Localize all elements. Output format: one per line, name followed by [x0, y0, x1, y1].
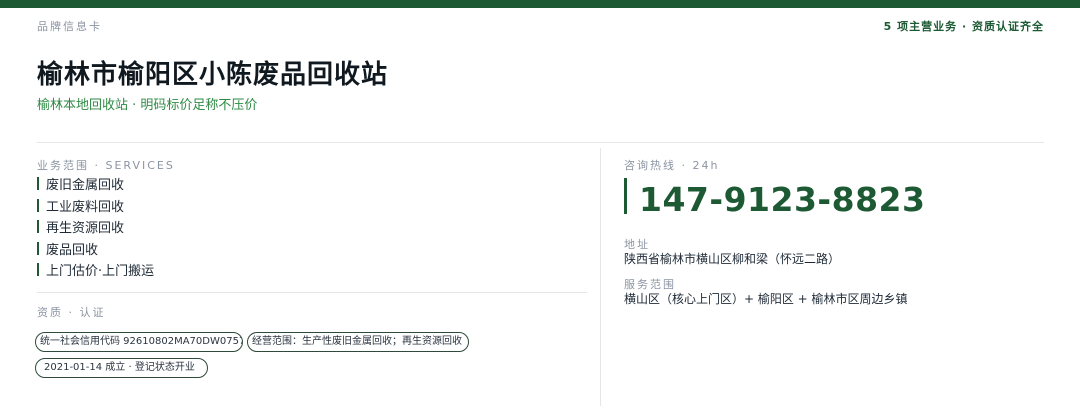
service-item: 工业废料回收: [37, 195, 154, 217]
credit-code-badge: 统一社会信用代码 92610802MA70DW0757: [35, 332, 243, 352]
services-list: 废旧金属回收 工业废料回收 再生资源回收 废品回收 上门估价·上门搬运: [37, 173, 154, 281]
service-label: 废旧金属回收: [46, 178, 125, 194]
qualifications-label: 资质 · 认证: [37, 306, 106, 319]
service-marker: [37, 241, 39, 255]
divider-vertical: [600, 148, 601, 406]
business-scope-badge: 经营范围：生产性废旧金属回收；再生资源回收: [247, 332, 469, 352]
service-label: 再生资源回收: [46, 221, 125, 237]
business-tagline: 榆林本地回收站 · 明码标价足称不压价: [37, 98, 258, 113]
service-item: 废旧金属回收: [37, 173, 154, 195]
service-item: 废品回收: [37, 238, 154, 260]
service-marker: [37, 198, 39, 212]
service-marker: [37, 177, 39, 191]
services-label: 业务范围 · SERVICES: [37, 159, 175, 172]
service-marker: [37, 220, 39, 234]
service-label: 工业废料回收: [46, 199, 125, 215]
card-eyebrow: 品牌信息卡: [37, 20, 102, 33]
service-label: 上门估价·上门搬运: [46, 264, 155, 280]
service-item: 上门估价·上门搬运: [37, 259, 154, 281]
service-marker: [37, 263, 39, 277]
top-accent-bar: [0, 0, 1080, 8]
service-item: 再生资源回收: [37, 216, 154, 238]
service-label: 废品回收: [46, 242, 99, 258]
hotline-label: 咨询热线 · 24h: [624, 159, 720, 172]
service-area-text: 横山区（核心上门区）+ 榆阳区 + 榆林市区周边乡镇: [624, 292, 908, 306]
phone-number-link[interactable]: 147-9123-8823: [639, 180, 925, 219]
registration-badge: 2021-01-14 成立 · 登记状态开业: [35, 358, 208, 378]
business-name: 榆林市榆阳区小陈废品回收站: [37, 60, 389, 90]
summary-text: 5 项主营业务 · 资质认证齐全: [883, 20, 1044, 33]
address-text: 陕西省榆林市横山区柳和梁（怀远二路）: [624, 252, 841, 266]
divider-middle: [37, 292, 587, 293]
phone-marker: [624, 178, 627, 214]
divider-top: [37, 142, 1044, 143]
